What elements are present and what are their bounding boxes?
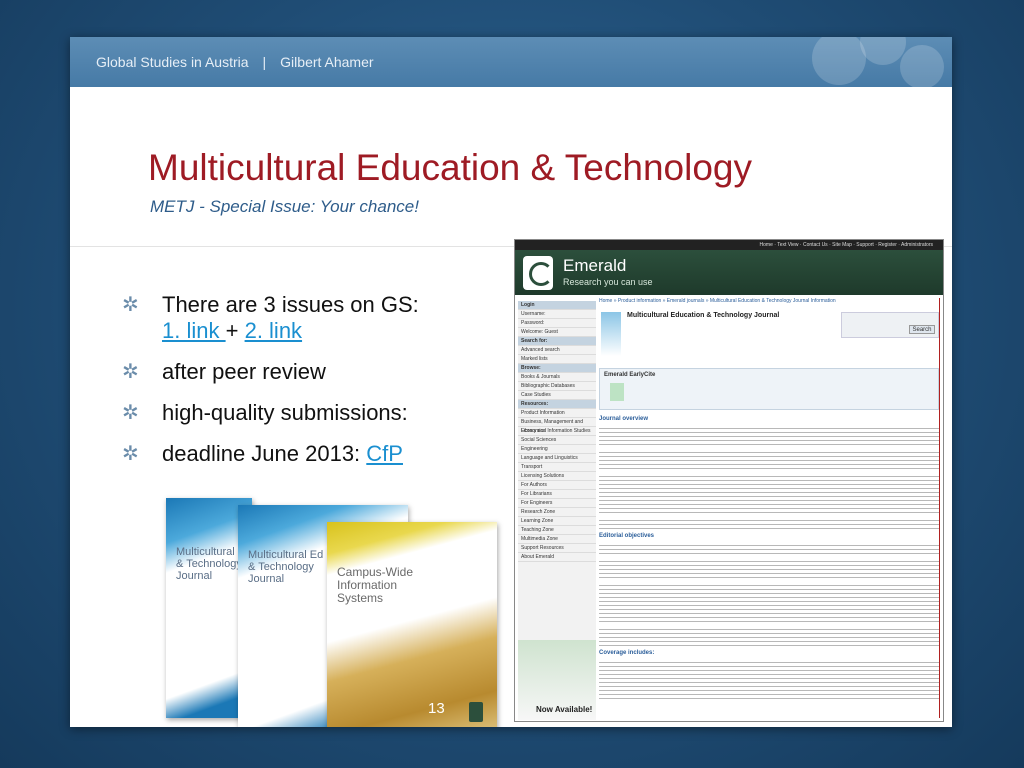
emerald-logo-icon — [469, 702, 483, 722]
star-bullet-icon: ✲ — [122, 443, 139, 465]
journal-thumbnail — [601, 312, 621, 356]
website-brand: Emerald — [563, 256, 627, 275]
journal-title: Multicultural Education & Technology Jou… — [627, 312, 780, 319]
issue-link-2[interactable]: 2. link — [245, 318, 302, 343]
sidebar-item[interactable]: Business, Management and Economics — [518, 418, 596, 434]
section-heading: Journal overview — [599, 416, 649, 422]
journal-header: Multicultural Education & Technology Jou… — [599, 310, 939, 368]
sidebar-item[interactable]: Social Sciences — [518, 436, 596, 445]
paragraph — [599, 425, 939, 445]
paragraph — [599, 517, 939, 529]
emerald-logo-icon — [523, 256, 553, 290]
sidebar-item[interactable]: Teaching Zone — [518, 526, 596, 535]
sidebar-item[interactable]: For Engineers — [518, 499, 596, 508]
header-org: Global Studies in Austria — [96, 54, 249, 70]
cover-title: Campus-Wide Information Systems — [337, 565, 414, 605]
slide-title: Multicultural Education & Technology — [148, 147, 752, 188]
website-screenshot: Home · Text View · Contact Us · Site Map… — [514, 239, 944, 722]
sidebar-item[interactable]: Login — [518, 301, 596, 310]
sidebar-item[interactable]: Engineering — [518, 445, 596, 454]
sidebar-item[interactable]: Username: — [518, 310, 596, 319]
sidebar-item[interactable]: For Librarians — [518, 490, 596, 499]
sidebar-item[interactable]: Learning Zone — [518, 517, 596, 526]
decor-circle — [900, 45, 944, 89]
paragraph — [599, 626, 939, 646]
header-text: Global Studies in Austria | Gilbert Ahamer — [96, 54, 374, 70]
journal-search-box: Search — [841, 312, 939, 338]
bullet-item: ✲ after peer review — [122, 359, 512, 385]
earlycite-icon — [610, 383, 624, 401]
cover-title: Multicultural & Technology Journal — [176, 546, 242, 582]
now-available-label: Now Available! — [536, 705, 593, 714]
sidebar-item[interactable]: Case Studies — [518, 391, 596, 400]
breadcrumb[interactable]: Home » Product information » Emerald jou… — [599, 298, 939, 304]
sidebar-item[interactable]: Search for: — [518, 337, 596, 346]
sidebar-item: Browse: — [518, 364, 596, 373]
sidebar-item[interactable]: Library and Information Studies — [518, 427, 596, 436]
slide-subtitle: METJ - Special Issue: Your chance! — [150, 197, 419, 216]
sidebar-item[interactable]: Password: — [518, 319, 596, 328]
sidebar-item: Resources: — [518, 400, 596, 409]
plus-text: + — [225, 318, 239, 343]
star-bullet-icon: ✲ — [122, 294, 139, 316]
cover-title: Multicultural Ed & Technology Journal — [248, 549, 324, 585]
issue-link-1[interactable]: 1. link — [162, 318, 226, 343]
emerging-markets-promo[interactable]: Now Available! — [518, 640, 596, 720]
website-logo-banner: Emerald Research you can use — [515, 250, 943, 295]
header-separator: | — [262, 54, 267, 70]
bullet-text: There are 3 issues on GS: — [162, 292, 419, 317]
page-number: 13 — [428, 700, 445, 717]
bullet-text: high-quality submissions: — [162, 400, 408, 425]
bullet-text: deadline June 2013: — [162, 441, 367, 466]
sidebar-item[interactable]: Multimedia Zone — [518, 535, 596, 544]
sidebar-item[interactable]: Books & Journals — [518, 373, 596, 382]
bullet-text: after peer review — [162, 359, 326, 384]
cfp-link[interactable]: CfP — [366, 441, 403, 466]
journal-cover-3: Campus-Wide Information Systems — [327, 522, 497, 727]
slide-header: Global Studies in Austria | Gilbert Ahamer — [70, 37, 952, 89]
paragraph — [599, 449, 939, 469]
paragraph — [599, 582, 939, 622]
bullet-item: ✲ There are 3 issues on GS: 1. link + 2.… — [122, 292, 512, 344]
section-heading: Editorial objectives — [599, 533, 655, 539]
sidebar-item[interactable]: Transport — [518, 463, 596, 472]
website-topbar: Home · Text View · Contact Us · Site Map… — [515, 240, 943, 250]
paragraph — [599, 558, 939, 578]
sidebar-item[interactable]: About Emerald — [518, 553, 596, 562]
star-bullet-icon: ✲ — [122, 361, 139, 383]
sidebar-item[interactable]: Licensing Solutions — [518, 472, 596, 481]
sidebar-item[interactable]: Research Zone — [518, 508, 596, 517]
sidebar-item[interactable]: Advanced search — [518, 346, 596, 355]
decor-circle — [860, 37, 906, 65]
decor-circle — [812, 37, 866, 85]
website-tagline: Research you can use — [563, 277, 653, 287]
sidebar-item[interactable]: Support Resources — [518, 544, 596, 553]
paragraph — [599, 659, 939, 699]
sidebar-item: Welcome: Guest — [518, 328, 596, 337]
slide: Global Studies in Austria | Gilbert Ahamer… — [70, 37, 952, 727]
bullet-item: ✲ deadline June 2013: CfP — [122, 441, 512, 467]
bullet-item: ✲ high-quality submissions: — [122, 400, 512, 426]
website-main: Home » Product information » Emerald jou… — [599, 298, 939, 720]
earlycite-title: Emerald EarlyCite — [604, 372, 656, 378]
sidebar-item[interactable]: For Authors — [518, 481, 596, 490]
header-author: Gilbert Ahamer — [280, 54, 374, 70]
earlycite-box: Emerald EarlyCite — [599, 368, 939, 410]
sidebar-item[interactable]: Product Information — [518, 409, 596, 418]
sidebar-item[interactable]: Bibliographic Databases — [518, 382, 596, 391]
star-bullet-icon: ✲ — [122, 402, 139, 424]
sidebar-item[interactable]: Language and Linguistics — [518, 454, 596, 463]
paragraph — [599, 473, 939, 513]
section-heading: Coverage includes: — [599, 650, 655, 656]
red-border — [939, 298, 940, 718]
sidebar-item[interactable]: Marked lists — [518, 355, 596, 364]
paragraph — [599, 542, 939, 554]
bullet-list: ✲ There are 3 issues on GS: 1. link + 2.… — [122, 292, 512, 482]
search-button[interactable]: Search — [909, 325, 935, 334]
